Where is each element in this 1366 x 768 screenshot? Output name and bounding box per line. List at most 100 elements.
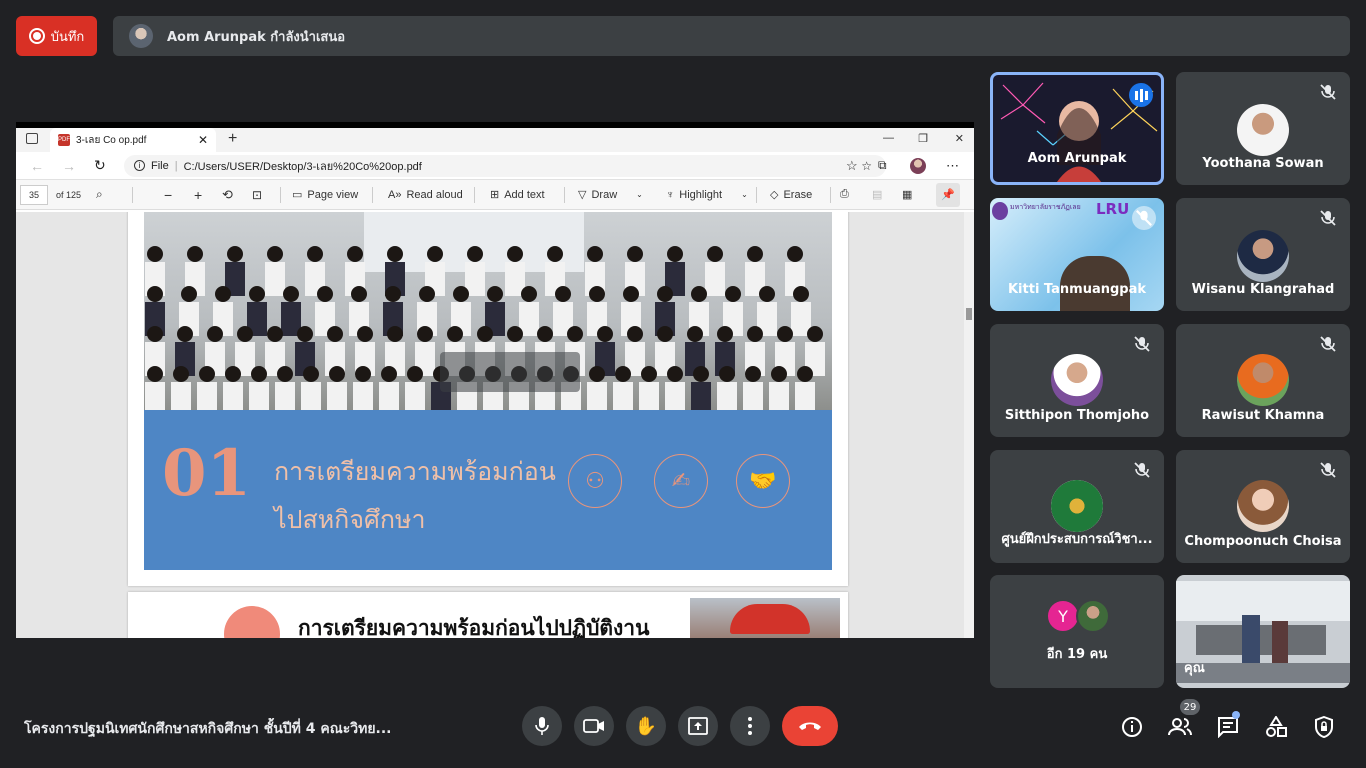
participant-tile[interactable]: Rawisut Khamna (1176, 324, 1350, 437)
person (327, 382, 347, 410)
mic-off-icon (1136, 210, 1152, 226)
favorites-icon[interactable]: ☆ (846, 158, 858, 174)
draw-icon: ▽ (578, 189, 587, 201)
address-bar: ← → ↻ i File | C:/Users/USER/Desktop/3-เ… (16, 152, 974, 180)
person-head (771, 366, 787, 382)
person-head (327, 326, 343, 342)
pdf-document[interactable]: 01 การเตรียมความพร้อมก่อน ไปสหกิจศึกษา ⚇… (16, 212, 974, 638)
pdf-icon: PDF (58, 134, 70, 146)
search-icon[interactable]: ⌕ (96, 187, 103, 202)
participant-name: Aom Arunpak (1027, 151, 1127, 166)
erase-button[interactable]: ◇ Erase (770, 188, 813, 202)
person-head (283, 286, 299, 302)
participant-tile[interactable]: Sitthipon Thomjoho (990, 324, 1164, 437)
add-text-button[interactable]: ⊞ Add text (490, 188, 545, 202)
chat-button[interactable] (1214, 711, 1242, 741)
refresh-icon[interactable]: ↻ (94, 157, 106, 174)
avatar (1051, 354, 1103, 406)
highlight-label: Highlight (679, 188, 723, 201)
record-button[interactable]: บันทึก (16, 16, 97, 56)
person-head (667, 366, 683, 382)
read-aloud-button[interactable]: A» Read aloud (388, 189, 463, 201)
participant-tile[interactable]: มหาวิทยาลัยราชภัฏเลย LRU Kitti Tanmuangp… (990, 198, 1164, 311)
avatar (1237, 104, 1289, 156)
chevron-down-icon[interactable]: ⌄ (741, 190, 748, 199)
mic-icon (535, 717, 549, 735)
fit-icon[interactable]: ⊡ (252, 188, 262, 202)
more-options-button[interactable] (730, 706, 770, 746)
page-view-button[interactable]: ▭ Page view (292, 188, 358, 202)
person-head (215, 286, 231, 302)
activities-button[interactable] (1262, 713, 1290, 741)
participant-name: Wisanu Klangrahad (1191, 282, 1335, 297)
person (379, 382, 399, 410)
person-head (627, 246, 643, 262)
host-controls-button[interactable] (1310, 713, 1338, 741)
chevron-down-icon[interactable]: ⌄ (636, 190, 643, 199)
participant-tile[interactable]: Chompoonuch Choisa (1176, 450, 1350, 563)
self-name: คุณ (1184, 661, 1205, 676)
mic-button[interactable] (522, 706, 562, 746)
person-head (181, 286, 197, 302)
scroll-thumb[interactable] (966, 308, 972, 320)
avatar (1076, 599, 1110, 633)
tab-actions-icon[interactable] (26, 133, 38, 144)
self-tile[interactable]: คุณ (1176, 575, 1350, 688)
profile-avatar[interactable] (910, 158, 926, 174)
rotate-icon[interactable]: ⟲ (222, 187, 233, 203)
shared-screen: PDF 3-เลย Co op.pdf ✕ + — ❐ ✕ ← → ↻ i Fi… (16, 122, 974, 638)
participant-tile[interactable]: Yoothana Sowan (1176, 72, 1350, 185)
person-head (615, 366, 631, 382)
person-head (453, 286, 469, 302)
person-head (547, 246, 563, 262)
add-text-label: Add text (504, 188, 545, 201)
close-window-icon[interactable]: ✕ (955, 132, 964, 145)
zoom-out-icon[interactable]: − (164, 187, 172, 203)
person-head (507, 326, 523, 342)
participant-tile[interactable]: Wisanu Klangrahad (1176, 198, 1350, 311)
close-tab-icon[interactable]: ✕ (198, 133, 208, 147)
handshake-icon: 🤝 (736, 454, 790, 508)
person-head (521, 286, 537, 302)
restore-icon[interactable]: ❐ (918, 132, 928, 145)
others-tile[interactable]: Y อีก 19 คน (990, 575, 1164, 688)
draw-label: Draw (591, 188, 618, 201)
person-head (447, 326, 463, 342)
zoom-in-icon[interactable]: + (194, 187, 202, 203)
minimize-icon[interactable]: — (883, 132, 894, 144)
page-number-input[interactable]: 35 (20, 184, 48, 205)
presenter-banner: Aom Arunpak กำลังนำเสนอ (113, 16, 1350, 56)
forward-icon[interactable]: → (62, 158, 76, 174)
erase-label: Erase (783, 188, 813, 201)
person (275, 382, 295, 410)
meeting-info-button[interactable] (1118, 713, 1146, 741)
save-icon[interactable]: ▤ (872, 188, 882, 201)
lru-badge: LRU (1096, 200, 1130, 218)
pin-toolbar-icon[interactable]: 📌 (936, 182, 960, 207)
avatar (1237, 230, 1289, 282)
save-as-icon[interactable]: ▦ (902, 188, 912, 201)
people-count-badge: 29 (1180, 699, 1200, 715)
raise-hand-button[interactable]: ✋ (626, 706, 666, 746)
participant-tile-aom[interactable]: Aom Arunpak (990, 72, 1164, 185)
leave-call-button[interactable] (782, 706, 838, 746)
url-field[interactable]: i File | C:/Users/USER/Desktop/3-เลย%20C… (124, 154, 886, 177)
person-head (147, 366, 163, 382)
new-tab-icon[interactable]: + (228, 130, 237, 148)
people-button[interactable]: 29 (1166, 699, 1200, 741)
present-button[interactable] (678, 706, 718, 746)
print-icon[interactable]: ⎙ (840, 188, 849, 201)
browser-tab[interactable]: PDF 3-เลย Co op.pdf ✕ (50, 128, 216, 152)
draw-button[interactable]: ▽ Draw ⌄ (578, 188, 643, 202)
collections-icon[interactable]: ⧉ (878, 158, 887, 173)
person-head (487, 286, 503, 302)
camera-button[interactable] (574, 706, 614, 746)
person-head (225, 366, 241, 382)
participant-tile[interactable]: ศูนย์ฝึกประสบการณ์วิชา... (990, 450, 1164, 563)
more-icon[interactable]: ⋯ (946, 158, 959, 174)
info-icon (1122, 717, 1142, 737)
favorite-icon[interactable]: ☆ (861, 159, 872, 173)
scrollbar[interactable] (964, 212, 974, 638)
back-icon[interactable]: ← (30, 158, 44, 174)
highlight-button[interactable]: ♆ Highlight ⌄ (666, 189, 748, 201)
